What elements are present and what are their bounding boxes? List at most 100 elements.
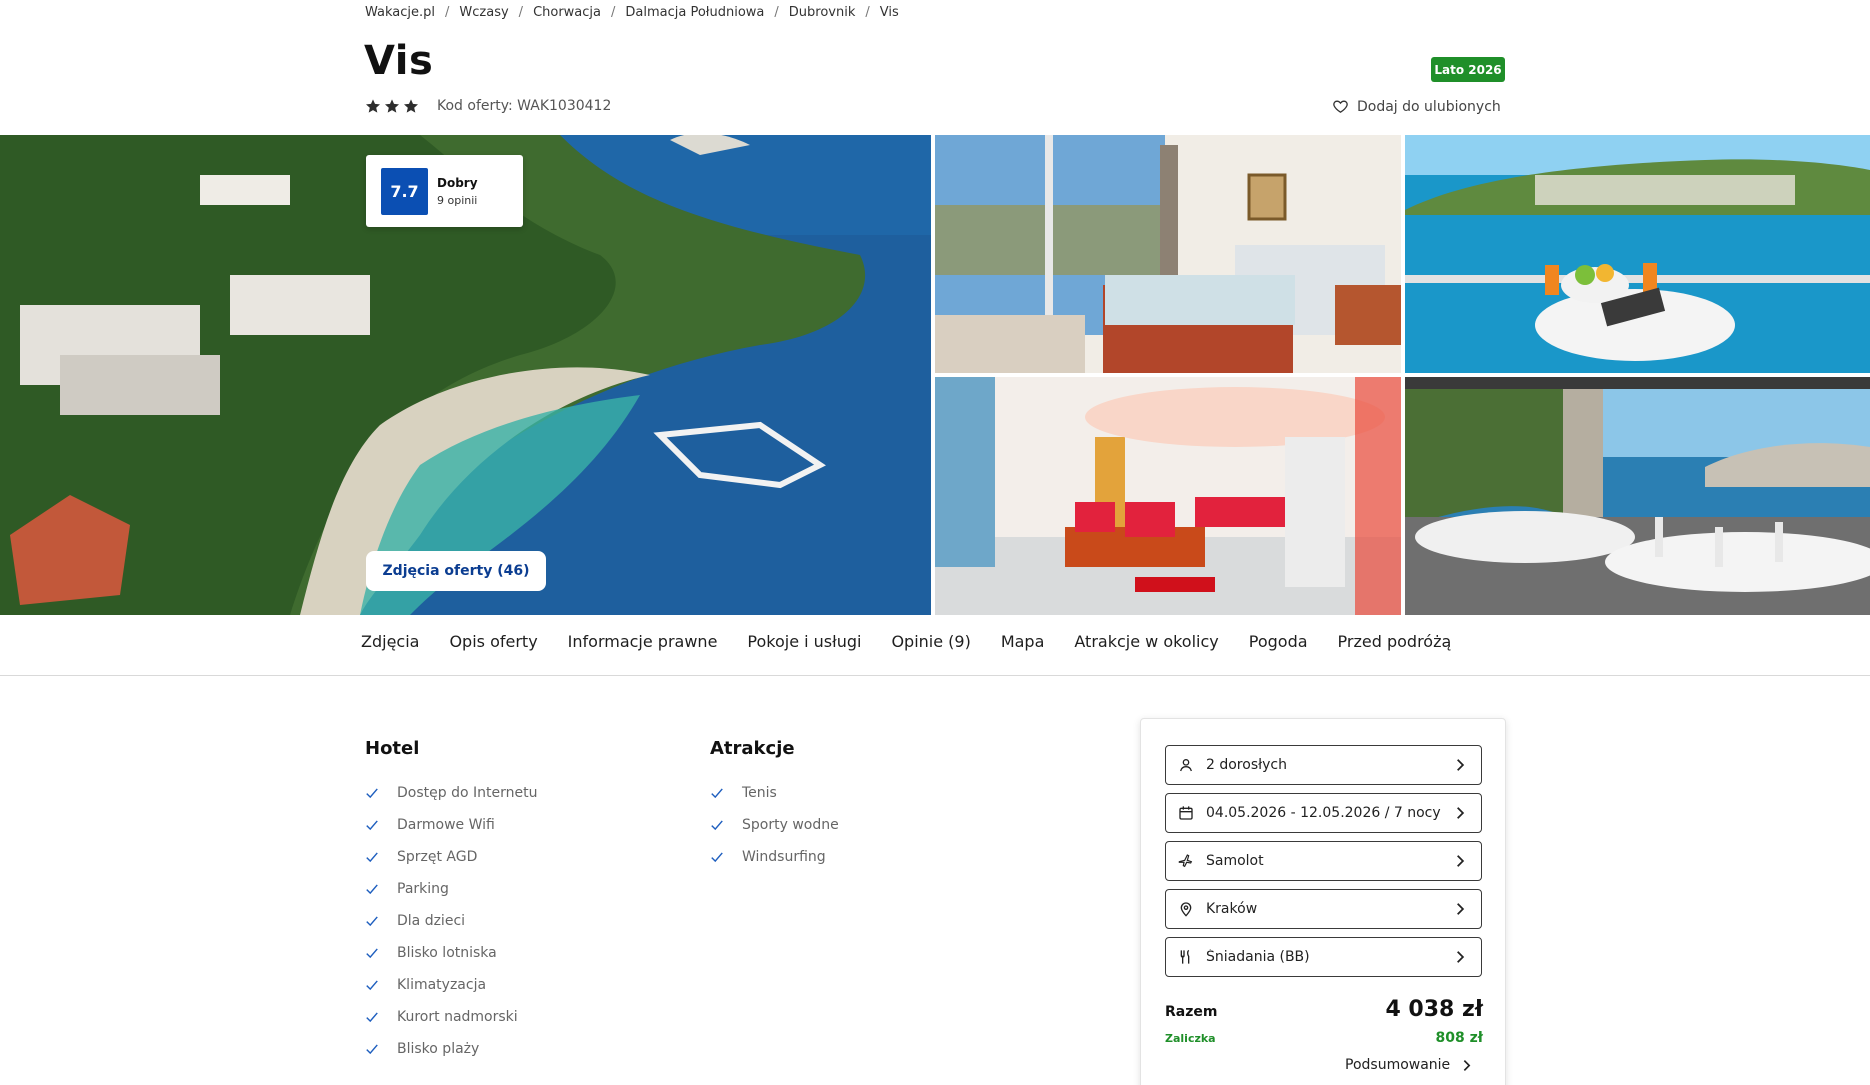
checkmark-icon xyxy=(366,852,378,863)
tab-nearby-attractions[interactable]: Atrakcje w okolicy xyxy=(1074,632,1218,651)
amenity-item: Blisko lotniska xyxy=(365,937,537,969)
breadcrumb-separator: / xyxy=(774,5,779,20)
tab-before-travel[interactable]: Przed podróżą xyxy=(1338,632,1452,651)
tabs-divider xyxy=(0,675,1870,676)
breadcrumb-item[interactable]: Dalmacja Południowa xyxy=(625,5,764,20)
tab-map[interactable]: Mapa xyxy=(1001,632,1045,651)
hotel-amenities: Hotel Dostęp do Internetu Darmowe Wifi Spr… xyxy=(365,738,537,1065)
checkmark-icon xyxy=(366,1044,378,1055)
chevron-right-icon xyxy=(1457,855,1465,867)
breadcrumb-item[interactable]: Chorwacja xyxy=(533,5,601,20)
deposit-row: Zaliczka 808 zł xyxy=(1165,1030,1483,1046)
amenity-label: Tenis xyxy=(742,785,777,801)
rating-label: Dobry xyxy=(437,175,478,190)
photo-aerial-coast[interactable]: 7.7 Dobry 9 opinii Zdjęcia oferty (46) xyxy=(0,135,931,615)
location-pin-icon xyxy=(1180,902,1192,917)
amenity-label: Sprzęt AGD xyxy=(397,849,478,865)
total-row: Razem 4 038 zł xyxy=(1165,997,1483,1022)
checkmark-icon xyxy=(366,884,378,895)
breadcrumb-item[interactable]: Dubrovnik xyxy=(789,5,856,20)
amenity-item: Tenis xyxy=(710,777,839,809)
chevron-right-icon xyxy=(1457,759,1465,771)
tab-photos[interactable]: Zdjęcia xyxy=(361,632,419,651)
tab-weather[interactable]: Pogoda xyxy=(1249,632,1308,651)
rating-text: Dobry 9 opinii xyxy=(437,176,478,207)
chevron-right-icon xyxy=(1463,1059,1471,1071)
amenity-item: Klimatyzacja xyxy=(365,969,537,1001)
checkmark-icon xyxy=(366,820,378,831)
balcony-view-image xyxy=(1405,135,1870,373)
amenity-label: Dla dzieci xyxy=(397,913,466,929)
checkmark-icon xyxy=(711,852,723,863)
amenity-label: Kurort nadmorski xyxy=(397,1009,518,1025)
airplane-icon xyxy=(1178,854,1193,868)
amenity-item: Parking xyxy=(365,873,537,905)
amenity-label: Klimatyzacja xyxy=(397,977,487,993)
photo-terrace[interactable] xyxy=(1405,377,1870,615)
departure-value: Kraków xyxy=(1206,901,1258,917)
travelers-field[interactable]: 2 dorosłych xyxy=(1165,745,1482,785)
calendar-icon xyxy=(1179,806,1193,820)
rating-count: 9 opinii xyxy=(437,193,478,207)
amenity-item: Sprzęt AGD xyxy=(365,841,537,873)
transport-field[interactable]: Samolot xyxy=(1165,841,1482,881)
dates-value: 04.05.2026 - 12.05.2026 / 7 nocy xyxy=(1206,805,1441,821)
deposit-price: 808 zł xyxy=(1435,1030,1483,1046)
tab-description[interactable]: Opis oferty xyxy=(449,632,537,651)
page-title: Vis xyxy=(364,38,434,84)
amenity-item: Sporty wodne xyxy=(710,809,839,841)
person-icon xyxy=(1180,759,1192,772)
amenity-label: Sporty wodne xyxy=(742,817,839,833)
board-value: Śniadania (BB) xyxy=(1206,949,1310,965)
total-price: 4 038 zł xyxy=(1385,997,1483,1022)
heart-icon xyxy=(1333,100,1348,113)
hotel-room-image xyxy=(935,135,1401,373)
transport-value: Samolot xyxy=(1206,853,1264,869)
rating-score: 7.7 xyxy=(381,167,428,215)
breadcrumb-separator: / xyxy=(518,5,524,20)
checkmark-icon xyxy=(366,916,378,927)
amenity-label: Blisko lotniska xyxy=(397,945,497,961)
photo-hotel-room[interactable] xyxy=(935,135,1401,373)
show-photos-button[interactable]: Zdjęcia oferty (46) xyxy=(366,551,546,591)
checkmark-icon xyxy=(366,980,378,991)
terrace-image xyxy=(1405,377,1870,615)
deposit-label: Zaliczka xyxy=(1165,1032,1216,1045)
breadcrumb-separator: / xyxy=(445,5,450,20)
chevron-right-icon xyxy=(1457,903,1465,915)
lobby-bar-image xyxy=(935,377,1401,615)
amenity-item: Windsurfing xyxy=(710,841,839,873)
attractions-list: Tenis Sporty wodne Windsurfing xyxy=(710,777,839,873)
amenity-item: Dostęp do Internetu xyxy=(365,777,537,809)
total-label: Razem xyxy=(1165,1004,1218,1020)
tab-legal-info[interactable]: Informacje prawne xyxy=(568,632,718,651)
attractions-title: Atrakcje xyxy=(710,738,795,759)
breadcrumb-item[interactable]: Wczasy xyxy=(459,5,508,20)
add-to-favorites-button[interactable]: Dodaj do ulubionych xyxy=(1332,98,1501,115)
breadcrumb: Wakacje.pl / Wczasy / Chorwacja / Dalmacja … xyxy=(365,5,899,20)
hotel-amenities-list: Dostęp do Internetu Darmowe Wifi Sprzęt AG… xyxy=(365,777,537,1065)
tab-rooms-services[interactable]: Pokoje i usługi xyxy=(747,632,861,651)
dates-field[interactable]: 04.05.2026 - 12.05.2026 / 7 nocy xyxy=(1165,793,1482,833)
breadcrumb-item[interactable]: Wakacje.pl xyxy=(365,5,435,20)
star-icon xyxy=(385,99,399,113)
photo-balcony-view[interactable] xyxy=(1405,135,1870,373)
checkmark-icon xyxy=(366,788,378,799)
tab-reviews[interactable]: Opinie (9) xyxy=(891,632,970,651)
star-rating xyxy=(365,98,419,114)
checkmark-icon xyxy=(366,948,378,959)
breadcrumb-item-current[interactable]: Vis xyxy=(880,5,899,20)
rating-card[interactable]: 7.7 Dobry 9 opinii xyxy=(366,155,523,227)
board-field[interactable]: Śniadania (BB) xyxy=(1165,937,1482,977)
amenity-item: Blisko plaży xyxy=(365,1033,537,1065)
photo-lobby-bar[interactable] xyxy=(935,377,1401,615)
booking-panel: 2 dorosłych 04.05.2026 - 12.05.2026 / 7 … xyxy=(1140,718,1506,1085)
offer-tabs: Zdjęcia Opis oferty Informacje prawne Po… xyxy=(361,632,1481,651)
departure-field[interactable]: Kraków xyxy=(1165,889,1482,929)
chevron-right-icon xyxy=(1457,807,1465,819)
season-badge: Lato 2026 xyxy=(1431,57,1505,82)
amenity-label: Dostęp do Internetu xyxy=(397,785,538,801)
summary-label: Podsumowanie xyxy=(1345,1057,1451,1073)
summary-link[interactable]: Podsumowanie xyxy=(1345,1057,1473,1073)
hotel-meta: Kod oferty: WAK1030412 xyxy=(365,98,611,114)
